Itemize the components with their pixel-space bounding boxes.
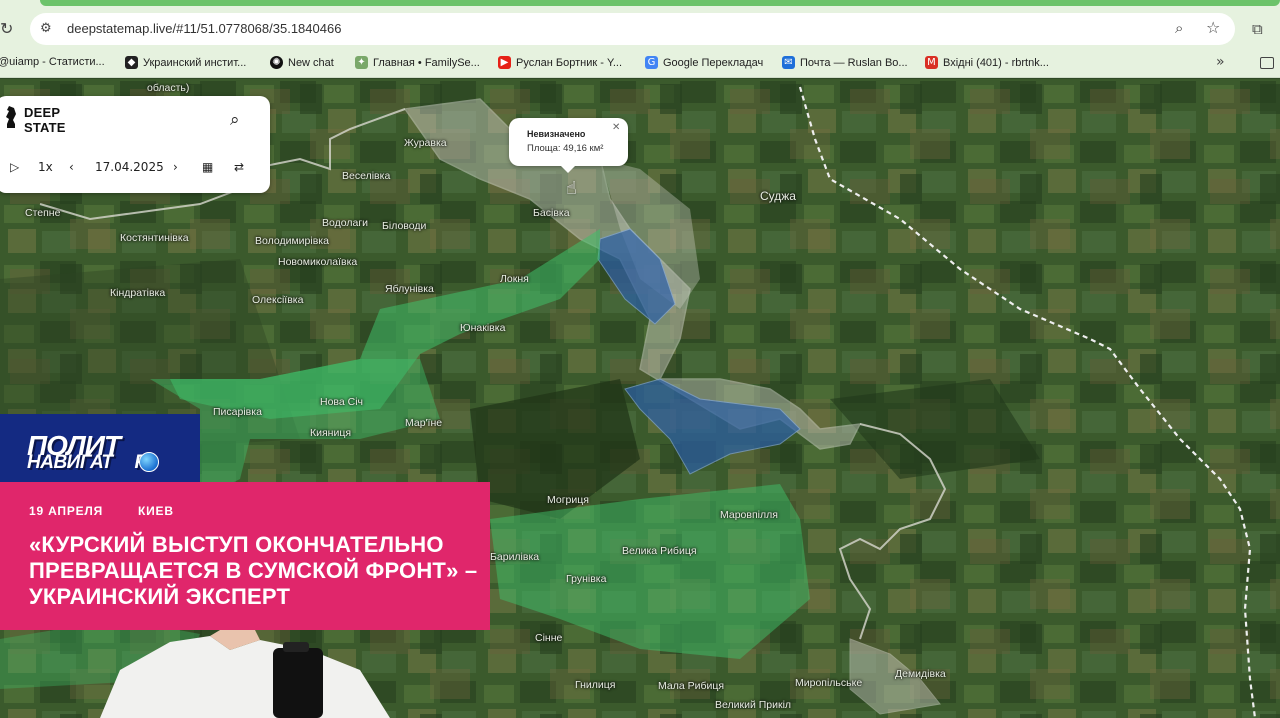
place-label: Велика Рибиця (622, 545, 697, 557)
bookmarks-folder-icon[interactable] (1260, 57, 1274, 69)
place-label: Новомиколаївка (278, 256, 358, 268)
presenter-shirt (100, 636, 390, 718)
news-banner: 19 АПРЕЛЯ КИЕВ «КУРСКИЙ ВЫСТУП ОКОНЧАТЕЛ… (0, 482, 490, 630)
deepstate-brand: DEEP STATE (24, 105, 66, 135)
search-icon[interactable]: ⌕ (230, 110, 240, 130)
place-label: Володимирівка (255, 235, 329, 247)
bookmark-label: New chat (288, 56, 334, 69)
popup-area: Площа: 49,16 км² (527, 143, 604, 154)
reload-icon[interactable]: ↻ (0, 19, 18, 38)
bookmark-item[interactable]: M Вхідні (401) - rbrtnk... (925, 56, 1049, 69)
speed-button[interactable]: 1x (38, 160, 53, 174)
place-label: Великий Прикіл (715, 699, 792, 711)
deepstate-panel: DEEP STATE ⌕ ▷ 1x ‹ 17.04.2025 › ▦ ⇄ (0, 96, 270, 193)
place-label: Журавка (404, 137, 447, 149)
globe-icon (139, 452, 159, 472)
bookmark-item[interactable]: ◆ Украинский инстит... (125, 56, 246, 69)
more-bookmarks-icon[interactable]: » (1216, 54, 1225, 70)
hand-cursor-icon: ☝ (566, 178, 577, 199)
bookmark-label: Почта — Ruslan Bo... (800, 56, 908, 69)
news-headline: «КУРСКИЙ ВЫСТУП ОКОНЧАТЕЛЬНО ПРЕВРАЩАЕТС… (29, 532, 478, 609)
zoom-icon[interactable]: ⌕ (1175, 19, 1183, 37)
active-tab-indicator (40, 0, 1280, 6)
area-popup: Невизначено Площа: 49,16 км² ✕ (509, 118, 628, 173)
deepstate-knight-icon (6, 106, 16, 128)
place-label: Юнаківка (460, 322, 506, 334)
familysearch-favicon-icon: ✦ (355, 56, 368, 69)
place-label: Миропільське (795, 677, 863, 689)
youtube-favicon-icon: ▶ (498, 56, 511, 69)
place-label: Біловоди (382, 220, 427, 232)
place-label: Писарівка (213, 406, 262, 418)
place-label: Олексіївка (252, 294, 304, 306)
bookmark-item[interactable]: ▶ Руслан Бортник - Y... (498, 56, 622, 69)
brand-line: DEEP (24, 105, 61, 120)
bookmark-item[interactable]: ✦ Главная • FamilySe... (355, 56, 480, 69)
url-text[interactable]: deepstatemap.live/#11/51.0778068/35.1840… (67, 21, 341, 36)
timeline-controls: ▷ 1x ‹ 17.04.2025 › ▦ ⇄ (0, 156, 270, 180)
brand-line: STATE (24, 120, 66, 135)
popup-title: Невизначено (527, 129, 586, 139)
bookmark-item[interactable]: ✺ New chat (270, 56, 334, 69)
place-label: Яблунівка (385, 283, 434, 295)
place-label: Басівка (533, 207, 570, 219)
bookmark-label: Вхідні (401) - rbrtnk... (943, 56, 1049, 69)
collapse-icon[interactable]: ⇄ (234, 160, 244, 174)
place-label: Мала Рибиця (658, 680, 725, 692)
tab-strip (0, 0, 1280, 8)
place-label: Могриця (547, 494, 589, 506)
extensions-icon[interactable]: ⧉ (1252, 20, 1263, 38)
bookmark-star-icon[interactable]: ☆ (1206, 18, 1220, 37)
logo-line-start: НАВИГАТ (27, 452, 113, 473)
bookmark-favicon-icon: ◆ (125, 56, 138, 69)
presenter-video (100, 630, 390, 718)
place-label: область) (147, 82, 190, 94)
site-settings-icon[interactable]: ⚙ (40, 21, 58, 37)
logo-line: НАВИГАТР (27, 452, 147, 474)
screen: ↻ ⚙ deepstatemap.live/#11/51.0778068/35.… (0, 0, 1280, 718)
place-label: Нова Січ (320, 396, 364, 408)
place-label: Костянтинівка (120, 232, 189, 244)
prev-date-icon[interactable]: ‹ (69, 160, 74, 174)
place-label: Кияниця (310, 427, 352, 439)
bookmark-label: Руслан Бортник - Y... (516, 56, 623, 69)
place-label: Барилівка (490, 551, 540, 563)
politnavigator-logo: ПОЛИТ НАВИГАТР (0, 414, 200, 482)
bookmark-label: Украинский инстит... (143, 56, 247, 69)
close-icon[interactable]: ✕ (612, 122, 620, 133)
place-label: Мар'їне (405, 417, 443, 429)
next-date-icon[interactable]: › (173, 160, 178, 174)
place-label: Локня (500, 273, 529, 285)
date-display[interactable]: 17.04.2025 (95, 160, 164, 174)
bookmark-item[interactable]: ✉ Почта — Ruslan Bo... (782, 56, 908, 69)
place-label: Веселівка (342, 170, 391, 182)
bookmark-label: @uiamp - Статисти... (0, 56, 105, 68)
place-label: Маровпілля (720, 509, 778, 521)
bookmark-item[interactable]: G Google Перекладач (645, 56, 763, 69)
place-label: Кіндратівка (110, 287, 166, 299)
bookmark-label: Главная • FamilySe... (373, 56, 480, 69)
calendar-icon[interactable]: ▦ (202, 160, 213, 174)
address-bar-row: ↻ ⚙ deepstatemap.live/#11/51.0778068/35.… (0, 8, 1280, 50)
bookmarks-bar: @uiamp - Статисти... ◆ Украинский инстит.… (0, 50, 1280, 78)
place-label: Степне (25, 207, 61, 219)
place-label: Демидівка (895, 668, 946, 680)
news-city: КИЕВ (138, 504, 174, 518)
place-label: Сінне (535, 632, 563, 644)
gmail-favicon-icon: M (925, 56, 938, 69)
place-label: Суджа (760, 189, 796, 203)
news-date: 19 АПРЕЛЯ (29, 504, 104, 518)
place-label: Водолаги (322, 217, 369, 229)
google-translate-favicon-icon: G (645, 56, 658, 69)
outlook-favicon-icon: ✉ (782, 56, 795, 69)
microphone (273, 648, 323, 718)
omnibox[interactable]: ⚙ deepstatemap.live/#11/51.0778068/35.18… (30, 13, 1235, 45)
play-icon[interactable]: ▷ (10, 160, 19, 174)
bookmark-label: Google Перекладач (663, 56, 764, 69)
place-label: Грунівка (566, 573, 607, 585)
bookmark-item[interactable]: @uiamp - Статисти... (0, 56, 105, 68)
microphone-top (283, 642, 309, 652)
place-label: Гнилиця (575, 679, 616, 691)
openai-favicon-icon: ✺ (270, 56, 283, 69)
